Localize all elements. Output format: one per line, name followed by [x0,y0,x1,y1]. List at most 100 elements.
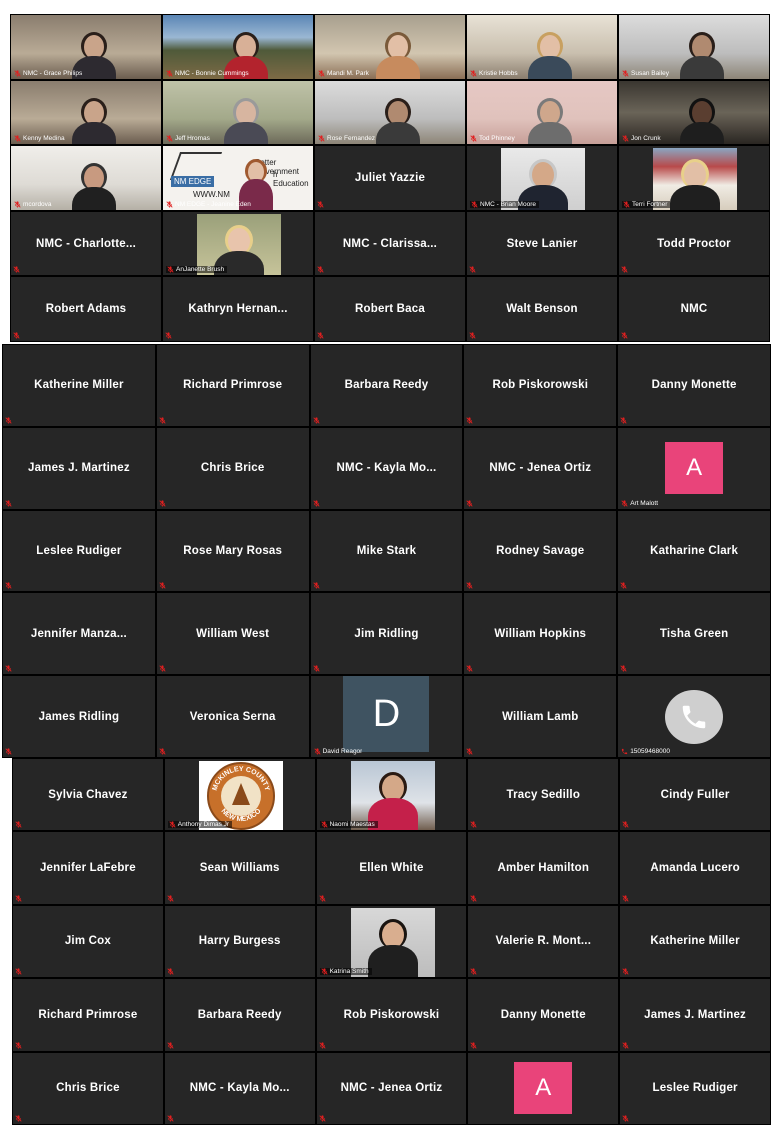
participant-video-tile[interactable]: Rose Fernandez [315,80,465,145]
participant-tile[interactable]: Amanda Lucero [620,832,770,904]
participant-name: Amber Hamilton [497,862,590,875]
participant-tile[interactable]: Rose Mary Rosas [156,510,309,592]
muted-mic-icon [159,582,166,590]
participant-tile[interactable]: Juliet Yazzie [315,146,465,210]
muted-mic-icon [13,332,20,339]
participant-tile[interactable]: William Lamb [464,676,617,757]
participant-tile[interactable]: Ellen White [316,832,467,904]
participant-tile[interactable]: Katherine Miller [620,905,770,978]
participant-video-tile[interactable]: Jeff Hromas [163,80,313,145]
participant-tile[interactable]: NMC - Charlotte... [11,211,161,276]
participant-photo-tile[interactable]: Naomi Maestas [316,759,467,831]
participant-tile[interactable]: Robert Adams [11,277,161,341]
participant-tile[interactable]: Katharine Clark [618,510,770,592]
muted-mic-icon [14,69,21,77]
participant-photo-tile[interactable]: Katrina Smith [316,905,467,978]
participant-tile[interactable]: Steve Lanier [467,211,617,276]
participant-tile[interactable]: NMC - Jenea Ortiz [464,427,617,509]
participant-tile[interactable]: Jim Ridling [310,593,463,675]
participant-tile[interactable]: Leslee Rudiger [620,1052,770,1124]
muted-mic-icon [15,1041,22,1049]
participant-tile[interactable]: James J. Martinez [620,979,770,1051]
muted-mic-icon [466,748,473,755]
participant-tile[interactable]: Amber Hamilton [468,832,619,904]
participant-tile[interactable]: Katherine Miller [3,345,155,426]
participant-video-tile[interactable]: NMC - Bonnie Cummings [163,15,313,79]
participant-name: Tod Phinney [479,135,515,143]
participant-tile[interactable]: Jennifer LaFebre [13,832,163,904]
participant-tile[interactable]: Valerie R. Mont... [468,905,619,978]
participant-photo-tile[interactable]: NMC - Brian Moore [467,146,617,210]
participant-photo-tile[interactable]: Terri Fortner [619,146,769,210]
participant-video-tile[interactable]: Tod Phinney [467,80,617,145]
muted-mic-icon [471,201,478,208]
participant-tile[interactable]: Richard Primrose [13,979,163,1051]
participant-name: NMC - Grace Philips [23,69,83,77]
participant-photo-tile[interactable]: AnJanette Brush [163,211,313,276]
participant-tile[interactable]: Barbara Reedy [164,979,315,1051]
participant-tile[interactable]: Tisha Green [618,593,770,675]
participant-tile[interactable]: Cindy Fuller [620,759,770,831]
participant-avatar-tile[interactable]: A Art Malott [618,427,770,509]
participant-tile[interactable]: Robert Baca [315,277,465,341]
participant-tile[interactable]: Sylvia Chavez [13,759,163,831]
participant-tile[interactable]: Barbara Reedy [310,345,463,426]
participant-tile[interactable]: Todd Proctor [619,211,769,276]
participant-photo-tile[interactable]: MCKINLEY COUNTY NEW MEXICO Anthony Dimas J… [164,759,315,831]
muted-mic-icon [318,69,325,77]
participant-tile[interactable]: Kathryn Hernan... [163,277,313,341]
participant-tile[interactable]: William Hopkins [464,593,617,675]
muted-mic-icon [312,417,320,424]
participant-video-tile[interactable]: Jon Crunk [619,80,769,145]
muted-mic-icon [620,665,627,672]
participant-tile[interactable]: NMC - Clarissa... [315,211,465,276]
participant-video-tile[interactable]: Susan Bailey [619,15,769,79]
participant-tile[interactable]: Veronica Serna [156,676,309,757]
participant-name: mcordova [23,200,52,208]
participant-tile[interactable]: Jim Cox [13,905,163,978]
muted-mic-icon [466,499,473,507]
participant-tile[interactable]: NMC - Kayla Mo... [164,1052,315,1124]
muted-mic-icon [466,582,473,590]
participant-avatar-tile[interactable]: D David Reagor [310,676,463,757]
participant-video-tile[interactable]: mcordova [11,146,161,210]
participant-video-tile[interactable]: Mandi M. Park [315,15,465,79]
participant-video-tile[interactable]: Kristie Hobbs [467,15,617,79]
phone-participant-tile[interactable]: 15059468000 [618,676,770,757]
participant-label: Jeff Hromas [166,135,210,142]
participant-tile[interactable]: Leslee Rudiger [3,510,155,592]
participant-tile[interactable]: Walt Benson [467,277,617,341]
muted-mic-icon [621,332,628,339]
participant-name: NM EDGE - Jeanine Eden [175,200,251,208]
participant-tile[interactable]: Harry Burgess [164,905,315,978]
muted-mic-icon [470,968,477,975]
participant-tile[interactable]: Richard Primrose [156,345,309,426]
participant-video-tile[interactable]: NMC - Grace Philips [11,15,161,79]
participant-name: Mandi M. Park [327,69,369,77]
participant-video-tile[interactable]: Kenny Medina [11,80,161,145]
participant-tile[interactable]: Sean Williams [164,832,315,904]
participant-tile[interactable]: Danny Monette [468,979,619,1051]
participant-name: NMC - Clarissa... [342,237,438,250]
participant-tile[interactable]: Danny Monette [618,345,770,426]
participant-video-tile[interactable]: Better Government h Education NM EDGE WWW.N… [163,146,313,210]
participant-tile[interactable]: Rodney Savage [464,510,617,592]
participant-tile[interactable]: NMC - Kayla Mo... [310,427,463,509]
participant-tile[interactable]: NMC [619,277,769,341]
muted-mic-icon [470,895,477,902]
participant-name: Harry Burgess [198,935,281,948]
participant-tile[interactable]: Jennifer Manza... [3,593,155,675]
participant-tile[interactable]: Chris Brice [13,1052,163,1124]
participant-tile[interactable]: Rob Piskorowski [316,979,467,1051]
participant-tile[interactable]: NMC - Jenea Ortiz [316,1052,467,1124]
participant-tile[interactable]: William West [156,593,309,675]
participant-tile[interactable]: James Ridling [3,676,155,757]
participant-tile[interactable]: Mike Stark [310,510,463,592]
muted-mic-icon [622,821,629,829]
participant-tile[interactable]: Tracy Sedillo [468,759,619,831]
participant-tile[interactable]: James J. Martinez [3,427,155,509]
participant-name: Rob Piskorowski [343,1008,440,1021]
participant-tile[interactable]: Rob Piskorowski [464,345,617,426]
participant-avatar-tile[interactable]: A [468,1052,619,1124]
participant-tile[interactable]: Chris Brice [156,427,309,509]
